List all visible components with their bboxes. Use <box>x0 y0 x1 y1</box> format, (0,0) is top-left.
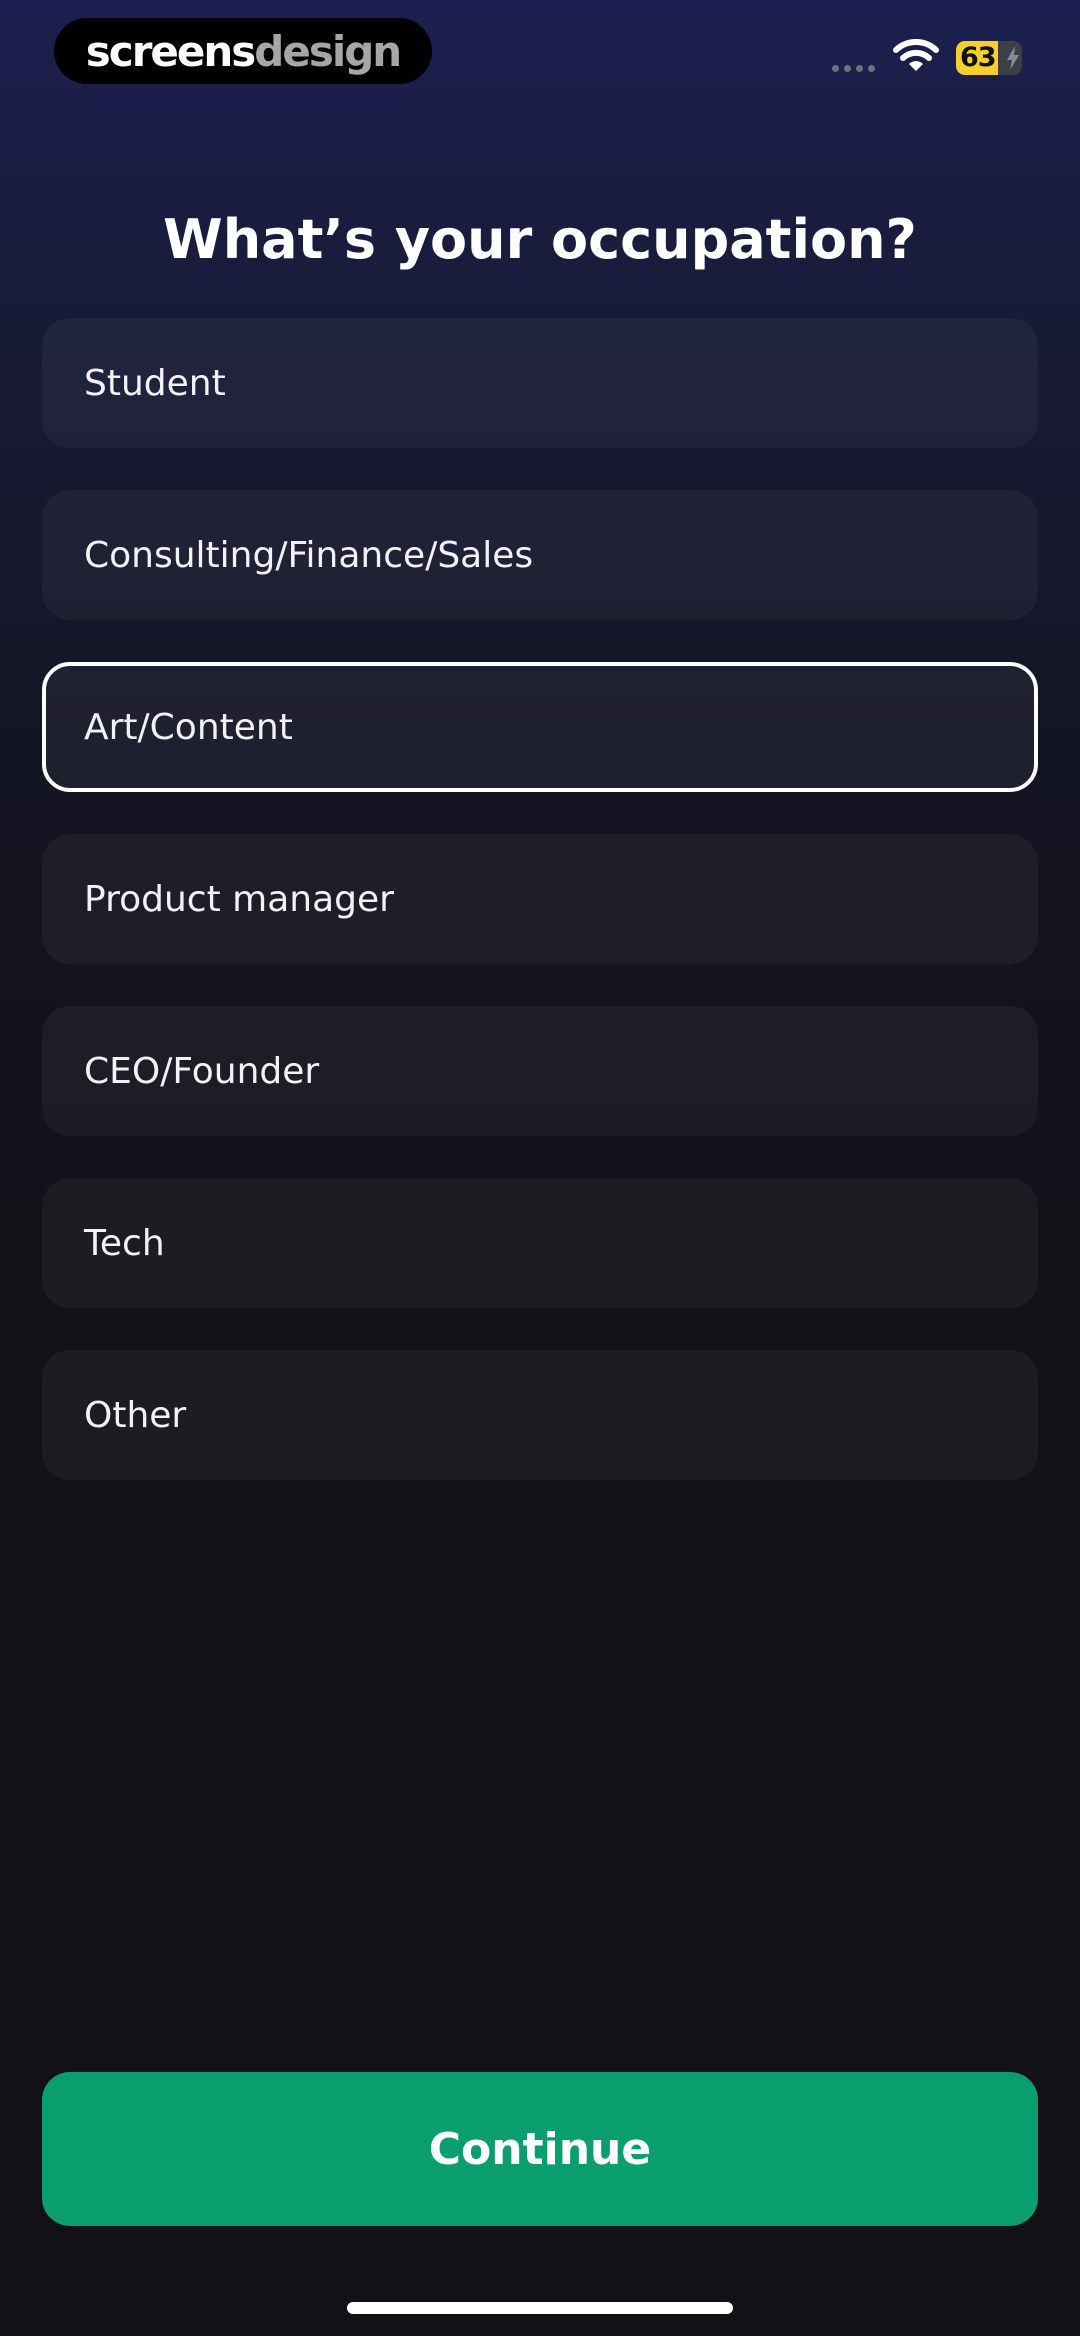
option-ceo-founder[interactable]: CEO/Founder <box>42 1006 1038 1136</box>
charging-bolt-icon <box>1007 46 1019 70</box>
brand-logo-pill: screens design <box>54 18 432 84</box>
option-student[interactable]: Student <box>42 318 1038 448</box>
page-title: What’s your occupation? <box>163 208 917 271</box>
option-label: Other <box>84 1394 187 1436</box>
option-label: CEO/Founder <box>84 1050 320 1092</box>
option-art-content[interactable]: Art/Content <box>42 662 1038 792</box>
battery-level: 63 <box>960 42 997 73</box>
brand-logo-part-screens: screens <box>85 26 256 76</box>
status-bar: screens design 63 <box>0 0 1080 110</box>
continue-button[interactable]: Continue <box>42 2072 1038 2226</box>
option-tech[interactable]: Tech <box>42 1178 1038 1308</box>
option-label: Consulting/Finance/Sales <box>84 534 534 576</box>
signal-dots-icon <box>832 65 875 72</box>
option-consulting-finance-sales[interactable]: Consulting/Finance/Sales <box>42 490 1038 620</box>
occupation-options: Student Consulting/Finance/Sales Art/Con… <box>42 318 1038 1522</box>
option-product-manager[interactable]: Product manager <box>42 834 1038 964</box>
wifi-icon <box>893 39 939 71</box>
option-label: Art/Content <box>84 706 293 748</box>
option-label: Product manager <box>84 878 394 920</box>
option-other[interactable]: Other <box>42 1350 1038 1480</box>
brand-logo-part-design: design <box>254 26 402 76</box>
home-indicator <box>347 2302 733 2314</box>
option-label: Student <box>84 362 226 404</box>
battery-icon: 63 <box>956 41 1022 75</box>
option-label: Tech <box>84 1222 165 1264</box>
